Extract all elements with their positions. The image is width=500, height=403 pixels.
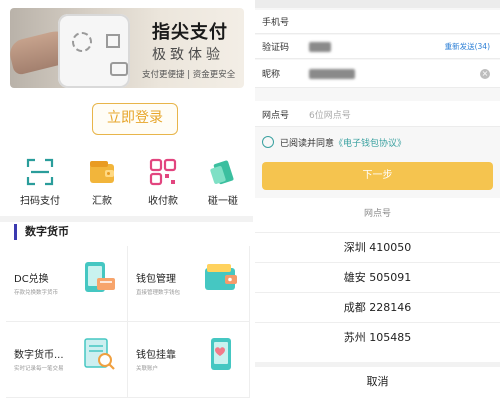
phone-exchange-icon bbox=[81, 260, 117, 296]
branch-picker-sheet: 网点号 深圳 410050 雄安 505091 成都 228146 苏州 105… bbox=[255, 198, 500, 403]
quick-action-label: 扫码支付 bbox=[20, 196, 60, 207]
phone-label: 手机号 bbox=[262, 18, 290, 28]
code-row[interactable]: 验证码 重新发送(34) bbox=[255, 35, 500, 59]
service-title: DC兑换 bbox=[14, 274, 49, 285]
service-wallet-link[interactable]: 钱包挂靠 关联账户 bbox=[128, 322, 250, 398]
promo-banner[interactable]: 指尖支付 极致体验 支付更便捷 | 资金更安全 bbox=[10, 8, 244, 88]
service-dc-exchange[interactable]: DC兑换 存款兑换数字货币 bbox=[6, 246, 128, 322]
branch-option[interactable]: 苏州 105485 bbox=[255, 322, 500, 352]
branch-option[interactable]: 成都 228146 bbox=[255, 292, 500, 322]
qr-code-icon bbox=[149, 158, 177, 186]
service-wallet-manage[interactable]: 钱包管理 直接管理数字钱包 bbox=[128, 246, 250, 322]
left-screen: 指尖支付 极致体验 支付更便捷 | 资金更安全 立即登录 扫码支付 汇款 收付款… bbox=[0, 0, 253, 403]
section-title: 数字货币 bbox=[14, 224, 69, 240]
quick-action-scan[interactable]: 扫码支付 bbox=[10, 158, 70, 207]
login-button[interactable]: 立即登录 bbox=[92, 103, 178, 135]
nav-bar bbox=[255, 0, 500, 8]
quick-action-label: 收付款 bbox=[148, 196, 178, 207]
clear-icon[interactable]: × bbox=[480, 69, 490, 79]
scan-icon bbox=[26, 158, 54, 186]
code-value-redacted bbox=[309, 42, 331, 52]
service-dc-record[interactable]: 数字货币... 实时记录每一笔交易 bbox=[6, 322, 128, 398]
agreement-link[interactable]: 《电子钱包协议》 bbox=[334, 139, 406, 149]
nickname-row[interactable]: 昵称 × bbox=[255, 60, 500, 88]
section-divider bbox=[0, 216, 253, 222]
banner-title: 指尖支付 bbox=[152, 22, 228, 43]
agreement-prefix: 已阅读并同意 bbox=[280, 139, 335, 149]
branch-option[interactable]: 深圳 410050 bbox=[255, 232, 500, 262]
quick-actions: 扫码支付 汇款 收付款 碰一碰 bbox=[6, 158, 253, 208]
quick-action-collect-pay[interactable]: 收付款 bbox=[133, 158, 193, 207]
quick-action-remit[interactable]: 汇款 bbox=[72, 158, 132, 207]
nickname-label: 昵称 bbox=[262, 70, 281, 80]
sheet-title: 网点号 bbox=[363, 209, 391, 219]
code-label: 验证码 bbox=[262, 43, 290, 53]
phone-heart-icon bbox=[203, 336, 239, 372]
banner-device-illustration bbox=[58, 14, 130, 88]
service-desc: 存款兑换数字货币 bbox=[14, 290, 59, 296]
document-search-icon bbox=[81, 336, 117, 372]
service-desc: 实时记录每一笔交易 bbox=[14, 366, 64, 372]
banner-subtitle: 极致体验 bbox=[152, 47, 224, 63]
agreement-checkbox[interactable] bbox=[262, 136, 274, 148]
branch-option[interactable]: 雄安 505091 bbox=[255, 262, 500, 292]
cancel-button[interactable]: 取消 bbox=[255, 362, 500, 392]
service-title: 钱包管理 bbox=[136, 274, 176, 285]
phone-row[interactable]: 手机号 bbox=[255, 10, 500, 34]
service-title: 数字货币... bbox=[14, 350, 64, 361]
fingerprint-icon bbox=[72, 32, 92, 52]
branch-input[interactable]: 6位网点号 bbox=[309, 108, 351, 121]
quick-action-label: 碰一碰 bbox=[208, 196, 238, 207]
nickname-value-redacted bbox=[309, 69, 355, 79]
tap-card-icon bbox=[209, 158, 237, 186]
banner-tagline: 支付更便捷 | 资金更安全 bbox=[142, 70, 236, 80]
wallet-card-icon bbox=[203, 260, 239, 296]
service-desc: 关联账户 bbox=[136, 366, 159, 372]
qr-code-icon bbox=[106, 34, 120, 48]
wallet-icon bbox=[88, 158, 116, 186]
quick-action-label: 汇款 bbox=[92, 196, 112, 207]
resend-code-button[interactable]: 重新发送(34) bbox=[445, 41, 490, 52]
branch-label: 网点号 bbox=[262, 111, 290, 121]
service-title: 钱包挂靠 bbox=[136, 350, 176, 361]
right-screen: 手机号 验证码 重新发送(34) 昵称 × 网点号 6位网点号 已阅读并同意《电… bbox=[255, 0, 500, 403]
next-button[interactable]: 下一步 bbox=[262, 162, 493, 190]
agreement-text: 已阅读并同意《电子钱包协议》 bbox=[280, 136, 406, 149]
service-desc: 直接管理数字钱包 bbox=[136, 290, 181, 296]
chat-bubble-icon bbox=[110, 62, 128, 76]
branch-row[interactable]: 网点号 6位网点号 bbox=[255, 101, 500, 127]
quick-action-tap[interactable]: 碰一碰 bbox=[193, 158, 253, 207]
service-grid: DC兑换 存款兑换数字货币 钱包管理 直接管理数字钱包 数字货币... 实时记录… bbox=[6, 246, 253, 403]
